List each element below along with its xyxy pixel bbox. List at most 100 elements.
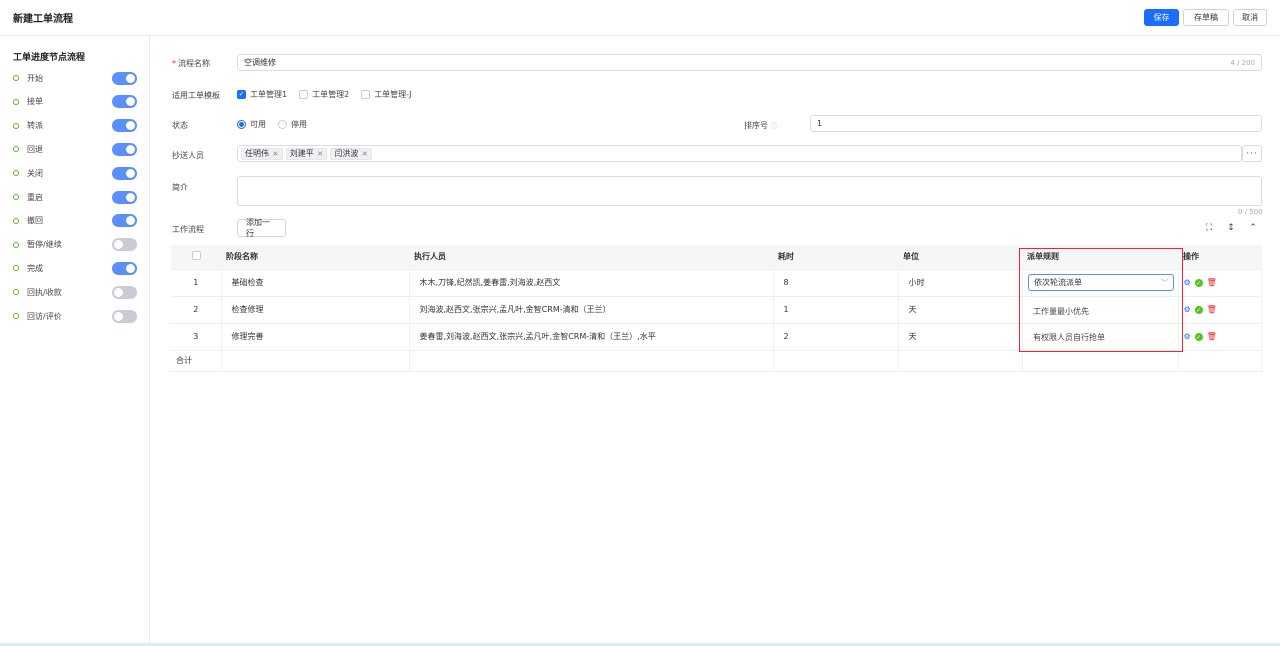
node-label: 重启 (27, 192, 43, 202)
sidebar-node: 回执/收款 (13, 285, 137, 299)
ops-cell: ⚙ ✓ 🗑 (1178, 296, 1262, 324)
sidebar-node: 暂停/继续 (13, 238, 137, 252)
total-row: 合计 (171, 350, 1262, 372)
stage-cell[interactable]: 基础检查 (221, 269, 410, 297)
delete-icon[interactable]: 🗑 (1207, 306, 1217, 314)
ops-cell: ⚙ ✓ 🗑 (1178, 323, 1262, 351)
node-dot-icon (13, 122, 19, 129)
help-icon[interactable]: ⓘ (771, 122, 778, 130)
node-dot-icon (13, 289, 19, 296)
node-label: 回执/收款 (27, 287, 62, 297)
node-label: 暂停/继续 (27, 240, 62, 250)
ops-header: 操作 (1178, 245, 1262, 270)
cc-label: 抄送人员 (172, 151, 204, 160)
flow-name-input[interactable]: 空调维修 4 / 200 (237, 54, 1262, 71)
status-option[interactable]: 可用 (237, 119, 266, 130)
node-toggle[interactable] (112, 261, 137, 275)
save-draft-button[interactable]: 存草稿 (1183, 9, 1229, 26)
check-icon[interactable]: ✓ (1194, 333, 1203, 341)
rule-select[interactable]: 依次轮流派单 ﹀ (1028, 274, 1174, 291)
node-toggle[interactable] (112, 71, 137, 85)
flow-name-value: 空调维修 (244, 58, 276, 67)
chevron-down-icon: ﹀ (1161, 278, 1168, 287)
executor-cell[interactable]: 刘海波,赵西文,张宗兴,孟凡叶,金智CRM-清和（王兰） (409, 296, 774, 324)
close-icon[interactable]: × (272, 149, 279, 158)
expand-vertical-icon[interactable]: ↕ (1225, 222, 1237, 234)
node-label: 接单 (27, 97, 43, 107)
node-toggle[interactable] (112, 238, 137, 252)
unit-cell[interactable]: 天 (898, 323, 1023, 351)
select-all-header (171, 245, 221, 270)
unit-cell[interactable]: 天 (898, 296, 1023, 324)
template-option[interactable]: 工单管理-J (361, 89, 411, 100)
page-title: 新建工单流程 (13, 14, 73, 25)
check-icon[interactable]: ✓ (1194, 279, 1203, 287)
checkbox-icon: ✓ (237, 90, 246, 99)
select-all-checkbox[interactable] (191, 251, 201, 261)
add-row-button[interactable]: 添加一行 (237, 218, 286, 238)
header-actions: 保存 存草稿 取消 (1144, 9, 1267, 26)
status-option[interactable]: 停用 (278, 119, 307, 130)
rule-option-self-grab[interactable]: 有权限人员自行抢单 (1033, 332, 1105, 343)
duration-cell[interactable]: 2 (773, 323, 899, 351)
sidebar-node: 重启 (13, 190, 137, 204)
row-index: 2 (171, 296, 222, 324)
node-dot-icon (13, 265, 19, 272)
stage-header: 阶段名称 (221, 245, 409, 270)
ops-cell: ⚙ ✓ 🗑 (1178, 269, 1262, 297)
template-option[interactable]: ✓ 工单管理1 (237, 89, 287, 100)
node-label: 开始 (27, 73, 43, 83)
cc-tag-label: 任明伟 (245, 149, 269, 158)
node-toggle[interactable] (112, 166, 137, 180)
stage-cell[interactable]: 修理完善 (221, 323, 410, 351)
cc-more-button[interactable]: ··· (1242, 145, 1262, 162)
node-dot-icon (13, 217, 19, 224)
delete-icon[interactable]: 🗑 (1207, 279, 1217, 287)
row-index: 3 (171, 323, 222, 351)
collapse-up-icon[interactable]: ⌃ (1247, 222, 1259, 234)
delete-icon[interactable]: 🗑 (1207, 333, 1217, 341)
executor-cell[interactable]: 姜春雷,刘海波,赵西文,张宗兴,孟凡叶,金智CRM-清和（王兰）,水平 (409, 323, 774, 351)
row-index: 1 (171, 269, 222, 297)
node-label: 转派 (27, 121, 43, 131)
save-button[interactable]: 保存 (1144, 9, 1179, 26)
radio-icon (278, 120, 287, 129)
node-toggle[interactable] (112, 190, 137, 204)
checkbox-icon (299, 90, 309, 99)
total-label: 合计 (171, 350, 222, 372)
sort-input[interactable]: 1 (810, 115, 1262, 132)
intro-counter: 0 / 500 (1238, 208, 1263, 216)
executor-cell[interactable]: 木木,刀锋,纪然凯,姜春雷,刘海波,赵西文 (409, 269, 774, 297)
node-label: 关闭 (27, 168, 43, 178)
node-dot-icon (13, 241, 19, 248)
node-toggle[interactable] (112, 95, 137, 109)
cc-input[interactable]: 任明伟 × 刘建平 × 闫洪波 × (237, 145, 1242, 162)
node-label: 回退 (27, 144, 43, 154)
check-icon[interactable]: ✓ (1194, 306, 1203, 314)
template-option[interactable]: 工单管理2 (299, 89, 349, 100)
node-sidebar: 工单进度节点流程 开始 接单 转派 回退 关闭 重启 撤回 暂停/继续 完成 回执/收款 回访/评价 (0, 36, 150, 646)
duration-cell[interactable]: 1 (773, 296, 899, 324)
duration-cell[interactable]: 8 (773, 269, 899, 297)
stage-cell[interactable]: 检查修理 (221, 296, 410, 324)
sort-label: 排序号 ⓘ (744, 121, 778, 130)
node-toggle[interactable] (112, 214, 137, 228)
close-icon[interactable]: × (361, 149, 368, 158)
main-form: * 流程名称 空调维修 4 / 200 适用工单模板 ✓ 工单管理1 工单管理2 工单管… (153, 36, 1280, 646)
intro-textarea[interactable] (237, 176, 1262, 206)
cc-tag-label: 刘建平 (289, 149, 314, 158)
settings-icon[interactable]: ⚙ (1184, 306, 1191, 314)
node-toggle[interactable] (112, 119, 137, 133)
node-toggle[interactable] (112, 309, 137, 323)
workflow-label: 工作流程 (172, 225, 204, 234)
unit-cell[interactable]: 小时 (898, 269, 1023, 297)
radio-icon (237, 120, 246, 129)
settings-icon[interactable]: ⚙ (1184, 333, 1191, 341)
fullscreen-icon[interactable]: ⛶ (1203, 222, 1215, 234)
node-toggle[interactable] (112, 285, 137, 299)
node-toggle[interactable] (112, 142, 137, 156)
rule-option-min-workload[interactable]: 工作量最小优先 (1033, 306, 1089, 317)
settings-icon[interactable]: ⚙ (1184, 279, 1191, 287)
cancel-button[interactable]: 取消 (1233, 9, 1267, 26)
close-icon[interactable]: × (317, 149, 324, 158)
